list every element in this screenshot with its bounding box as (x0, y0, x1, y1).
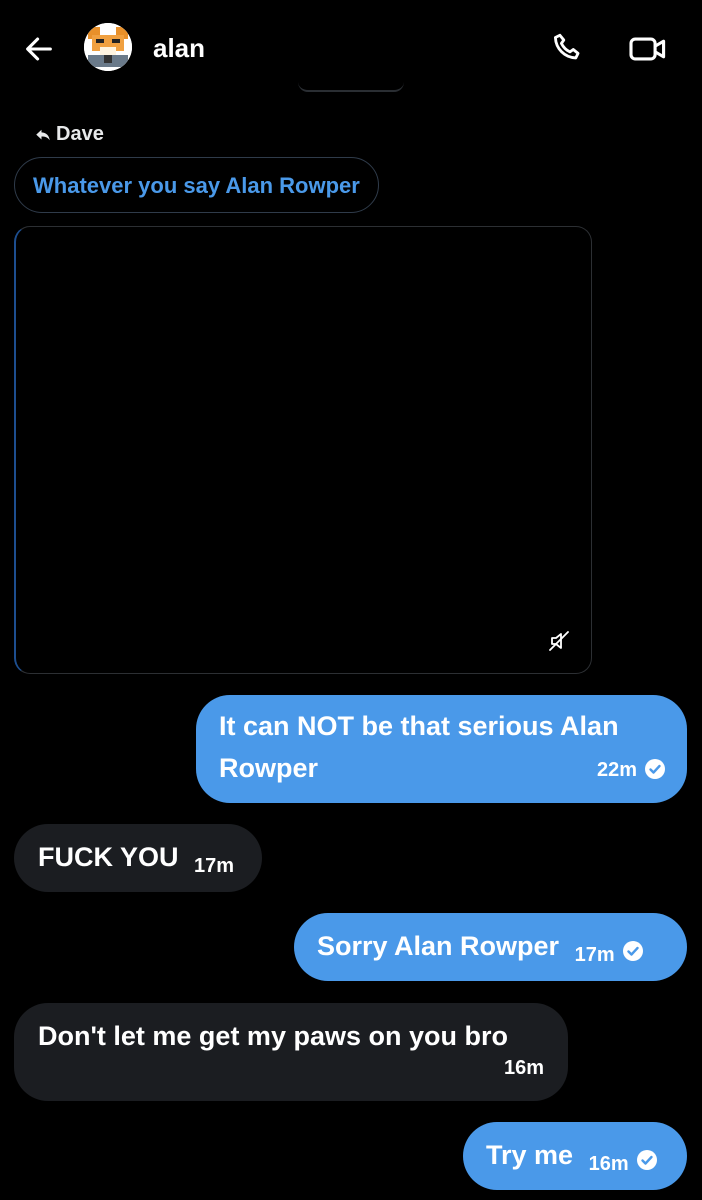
read-check-icon (622, 941, 643, 961)
read-check-icon (636, 1150, 657, 1170)
message-bubble-incoming[interactable]: Don't let me get my paws on you bro 16m (14, 1003, 568, 1101)
contact-name[interactable]: alan (153, 33, 205, 64)
message-time: 17m (574, 944, 615, 966)
message-text: It can NOT be that serious Alan Rowper (219, 711, 619, 783)
media-attachment[interactable] (14, 226, 592, 674)
message-bubble-outgoing[interactable]: Try me 16m (463, 1122, 687, 1190)
message-time: 16m (588, 1153, 629, 1175)
message-text: FUCK YOU (38, 842, 179, 872)
message-time: 22m (596, 759, 637, 781)
message-bubble-outgoing[interactable]: It can NOT be that serious Alan Rowper 2… (196, 695, 687, 803)
reply-arrow-icon (36, 129, 50, 140)
message-time: 16m (503, 1057, 544, 1079)
message-time: 17m (194, 855, 235, 877)
read-check-icon (645, 759, 665, 779)
chat-header: alan (0, 0, 702, 100)
message-text: Try me (486, 1140, 574, 1170)
reply-context: Dave (34, 123, 104, 146)
message-text: Sorry Alan Rowper (317, 931, 560, 961)
speaker-muted-icon[interactable] (547, 629, 571, 653)
scroll-indicator (298, 82, 404, 92)
video-camera-icon[interactable] (628, 32, 668, 66)
message-bubble-incoming[interactable]: FUCK YOU 17m (14, 824, 262, 892)
message-bubble-outgoing[interactable]: Sorry Alan Rowper 17m (294, 913, 687, 981)
phone-icon[interactable] (550, 30, 586, 66)
quoted-message[interactable]: Whatever you say Alan Rowper (14, 157, 379, 213)
arrow-left-icon[interactable] (22, 32, 56, 66)
reply-context-label: Dave (56, 123, 104, 145)
avatar[interactable] (84, 23, 132, 71)
message-text: Don't let me get my paws on you bro (38, 1021, 508, 1051)
